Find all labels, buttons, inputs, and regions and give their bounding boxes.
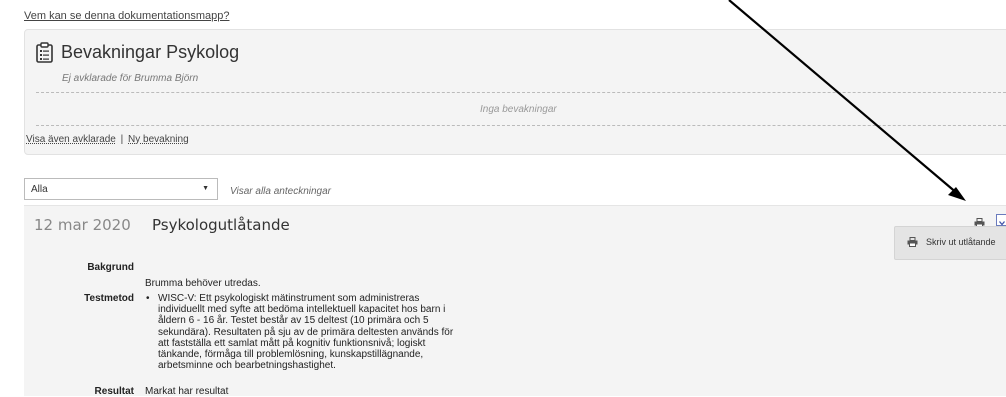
empty-watches-text: Inga bevakningar [480, 104, 557, 115]
entry-date: 12 mar 2020 [34, 216, 131, 234]
clipboard-icon [36, 42, 53, 63]
caret-down-icon: ▼ [202, 185, 209, 192]
dropdown-toggle-icon[interactable] [996, 214, 1006, 226]
watch-panel: Bevakningar Psykolog Ej avklarade för Br… [24, 29, 1006, 155]
new-watch-link[interactable]: Ny bevakning [128, 134, 189, 145]
show-resolved-link[interactable]: Visa även avklarade [26, 134, 116, 145]
print-statement-label: Skriv ut utlåtande [926, 237, 996, 247]
entry-title: Psykologutlåtande [152, 216, 290, 234]
panel-header: Bevakningar Psykolog [36, 42, 239, 63]
print-icon [907, 237, 918, 247]
documentation-visibility-link[interactable]: Vem kan se denna dokumentationsmapp? [24, 10, 229, 22]
panel-subtitle: Ej avklarade för Brumma Björn [62, 73, 199, 84]
panel-title: Bevakningar Psykolog [61, 42, 240, 62]
link-separator: | [120, 134, 124, 145]
divider [36, 125, 1006, 126]
filter-info-text: Visar alla anteckningar [230, 186, 331, 197]
result-text: Markat har resultat [145, 386, 229, 397]
result-label: Resultat [94, 386, 134, 397]
method-label: Testmetod [84, 293, 134, 304]
print-dropdown-menu: Skriv ut utlåtande [894, 226, 1006, 260]
background-label: Bakgrund [87, 262, 134, 273]
background-text: Brumma behöver utredas. [145, 278, 261, 289]
divider [36, 92, 1006, 93]
note-entry: 12 mar 2020 Psykologutlåtande Skriv ut u… [24, 205, 1006, 397]
select-value: Alla [31, 184, 48, 195]
panel-actions: Visa även avklarade | Ny bevakning [26, 134, 189, 145]
note-filter-select[interactable]: Alla ▼ [24, 178, 218, 200]
method-text: WISC-V: Ett psykologiskt mätinstrument s… [144, 293, 454, 371]
print-statement-menu-item[interactable]: Skriv ut utlåtande [907, 237, 996, 247]
